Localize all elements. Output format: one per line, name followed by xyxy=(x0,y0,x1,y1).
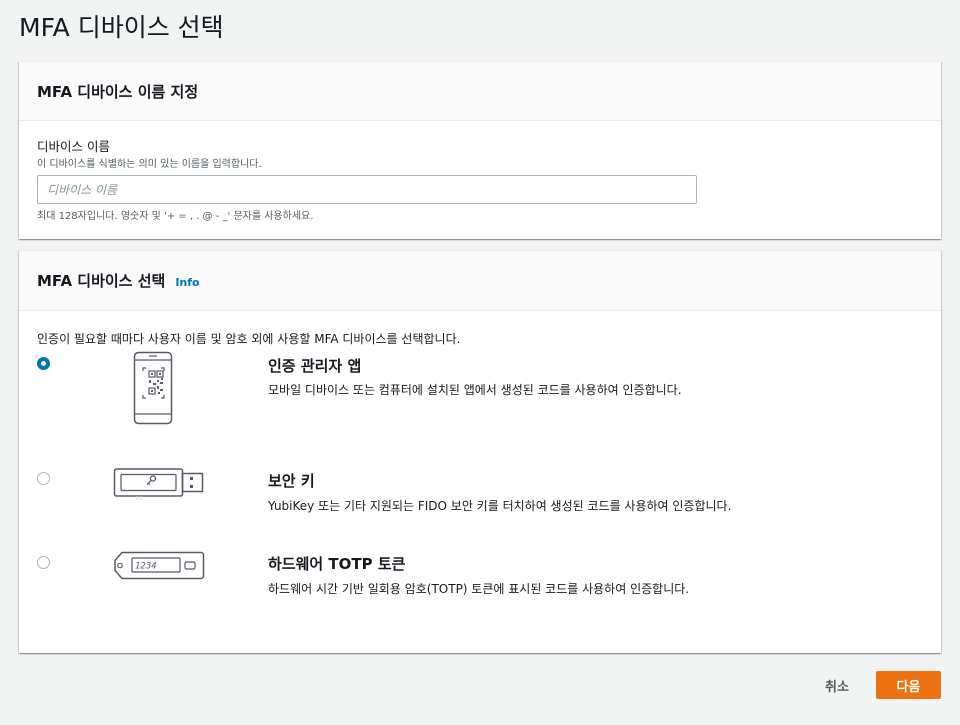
option-totp-title: 하드웨어 TOTP 토큰 xyxy=(268,555,406,573)
totp-token-icon: 1234 xyxy=(114,551,205,580)
radio-security-key[interactable] xyxy=(37,472,50,485)
device-name-description: 이 디바이스를 식별하는 의미 있는 이름을 입력합니다. xyxy=(37,159,262,170)
device-name-panel-header: MFA 디바이스 이름 지정 xyxy=(19,62,941,121)
token-display-text: 1234 xyxy=(135,562,157,572)
option-authenticator-app[interactable]: 인증 관리자 앱 모바일 디바이스 또는 컴퓨터에 설치된 앱에서 생성된 코드… xyxy=(19,349,941,439)
device-name-input[interactable] xyxy=(37,175,697,204)
option-security-key-description: YubiKey 또는 기타 지원되는 FIDO 보안 키를 터치하여 생성된 코… xyxy=(268,499,732,513)
radio-hardware-totp[interactable] xyxy=(37,556,50,569)
device-name-panel: MFA 디바이스 이름 지정 디바이스 이름 이 디바이스를 식별하는 의미 있… xyxy=(19,61,941,239)
option-security-key-title: 보안 키 xyxy=(268,472,315,490)
option-authenticator-description: 모바일 디바이스 또는 컴퓨터에 설치된 앱에서 생성된 코드를 사용하여 인증… xyxy=(268,383,682,397)
page-title: MFA 디바이스 선택 xyxy=(19,13,224,42)
device-name-label: 디바이스 이름 xyxy=(37,139,110,154)
device-select-panel: MFA 디바이스 선택 Info 인증이 필요할 때마다 사용자 이름 및 암호… xyxy=(19,250,941,653)
phone-qr-icon xyxy=(133,351,173,425)
option-authenticator-title: 인증 관리자 앱 xyxy=(268,357,362,375)
device-name-constraint: 최대 128자입니다. 영숫자 및 '+ = , . @ - _' 문자를 사용… xyxy=(37,211,314,222)
next-button[interactable]: 다음 xyxy=(876,671,941,699)
cancel-button[interactable]: 취소 xyxy=(808,671,866,699)
option-security-key[interactable]: 보안 키 YubiKey 또는 기타 지원되는 FIDO 보안 키를 터치하여 … xyxy=(19,464,941,554)
device-select-panel-header: MFA 디바이스 선택 Info xyxy=(19,251,941,311)
usb-key-icon xyxy=(113,468,204,500)
option-totp-description: 하드웨어 시간 기반 일회용 암호(TOTP) 토큰에 표시된 코드를 사용하여… xyxy=(268,582,690,596)
device-name-panel-title: MFA 디바이스 이름 지정 xyxy=(37,82,199,101)
option-hardware-totp[interactable]: 1234 하드웨어 TOTP 토큰 하드웨어 시간 기반 일회용 암호(TOTP… xyxy=(19,548,941,638)
radio-authenticator-app[interactable] xyxy=(37,357,50,370)
device-select-description: 인증이 필요할 때마다 사용자 이름 및 암호 외에 사용할 MFA 디바이스를… xyxy=(37,332,461,346)
device-select-panel-title: MFA 디바이스 선택 xyxy=(37,272,166,290)
info-link[interactable]: Info xyxy=(175,276,199,289)
